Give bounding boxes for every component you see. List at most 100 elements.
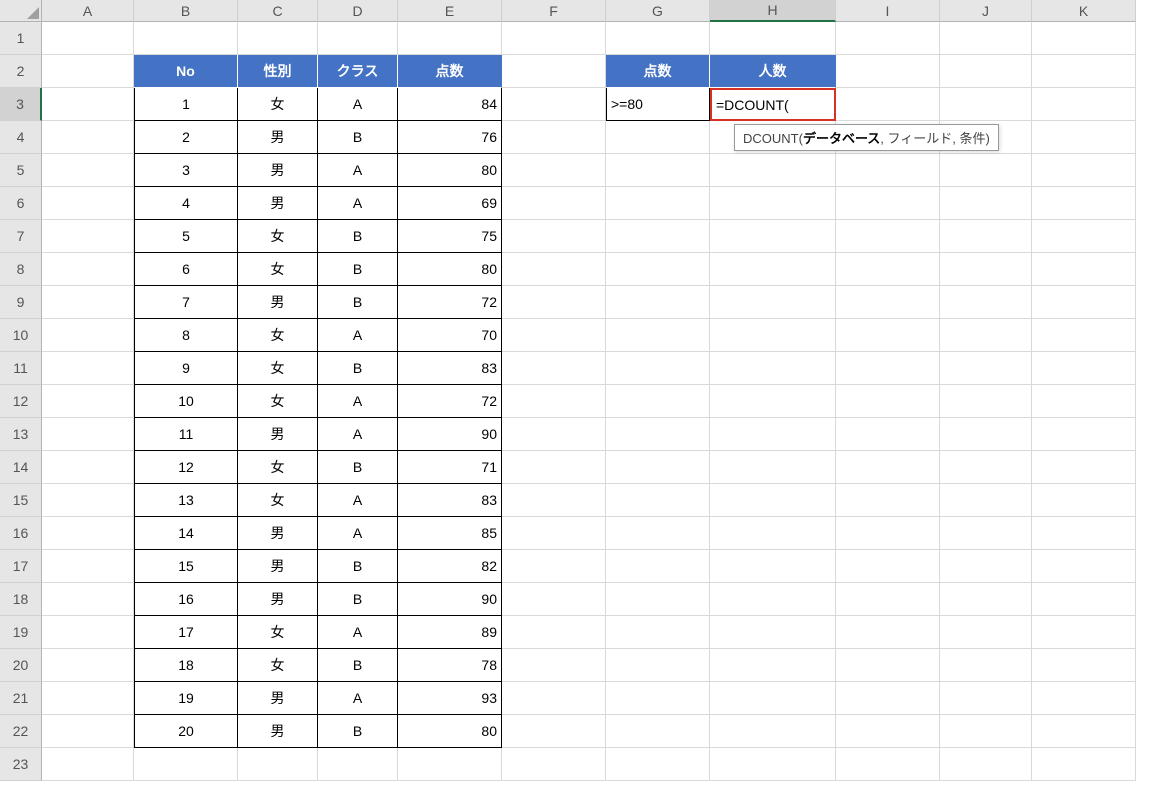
table-header-D[interactable]: クラス: [318, 55, 398, 88]
cell-A11[interactable]: [42, 352, 134, 385]
cell-I13[interactable]: [836, 418, 940, 451]
cell-K22[interactable]: [1032, 715, 1136, 748]
cell-K19[interactable]: [1032, 616, 1136, 649]
cell-H10[interactable]: [710, 319, 836, 352]
cell-sex[interactable]: 女: [238, 88, 318, 121]
table-header-B[interactable]: No: [134, 55, 238, 88]
cell-K17[interactable]: [1032, 550, 1136, 583]
row-header-12[interactable]: 12: [0, 385, 42, 418]
cell-no[interactable]: 3: [134, 154, 238, 187]
cell-no[interactable]: 16: [134, 583, 238, 616]
cell-sex[interactable]: 女: [238, 253, 318, 286]
cell-sex[interactable]: 女: [238, 385, 318, 418]
cell-score[interactable]: 75: [398, 220, 502, 253]
col-header-K[interactable]: K: [1032, 0, 1136, 22]
cell-G22[interactable]: [606, 715, 710, 748]
select-all-corner[interactable]: [0, 0, 42, 22]
cell-I17[interactable]: [836, 550, 940, 583]
cell-K14[interactable]: [1032, 451, 1136, 484]
cell-no[interactable]: 14: [134, 517, 238, 550]
cell-J14[interactable]: [940, 451, 1032, 484]
cell-F22[interactable]: [502, 715, 606, 748]
cell-sex[interactable]: 男: [238, 715, 318, 748]
cell-E1[interactable]: [398, 22, 502, 55]
cell-no[interactable]: 6: [134, 253, 238, 286]
cell-F17[interactable]: [502, 550, 606, 583]
cell-A18[interactable]: [42, 583, 134, 616]
cell-C1[interactable]: [238, 22, 318, 55]
cell-class[interactable]: B: [318, 715, 398, 748]
cell-C23[interactable]: [238, 748, 318, 781]
cell-I10[interactable]: [836, 319, 940, 352]
col-header-A[interactable]: A: [42, 0, 134, 22]
cell-H19[interactable]: [710, 616, 836, 649]
cell-K8[interactable]: [1032, 253, 1136, 286]
cell-F18[interactable]: [502, 583, 606, 616]
row-header-10[interactable]: 10: [0, 319, 42, 352]
cell-F6[interactable]: [502, 187, 606, 220]
cell-F2[interactable]: [502, 55, 606, 88]
cell-score[interactable]: 71: [398, 451, 502, 484]
cell-sex[interactable]: 男: [238, 154, 318, 187]
cell-score[interactable]: 80: [398, 253, 502, 286]
cell-sex[interactable]: 男: [238, 517, 318, 550]
row-header-2[interactable]: 2: [0, 55, 42, 88]
cell-J2[interactable]: [940, 55, 1032, 88]
cell-class[interactable]: A: [318, 517, 398, 550]
row-header-6[interactable]: 6: [0, 187, 42, 220]
cell-class[interactable]: A: [318, 616, 398, 649]
row-header-5[interactable]: 5: [0, 154, 42, 187]
cell-H5[interactable]: [710, 154, 836, 187]
formula-cell[interactable]: =DCOUNT(DCOUNT(データベース, フィールド, 条件): [710, 88, 836, 121]
cell-H23[interactable]: [710, 748, 836, 781]
col-header-J[interactable]: J: [940, 0, 1032, 22]
cell-J12[interactable]: [940, 385, 1032, 418]
cell-H22[interactable]: [710, 715, 836, 748]
cell-A9[interactable]: [42, 286, 134, 319]
cell-H21[interactable]: [710, 682, 836, 715]
cell-sex[interactable]: 女: [238, 484, 318, 517]
cell-G16[interactable]: [606, 517, 710, 550]
col-header-G[interactable]: G: [606, 0, 710, 22]
cell-I6[interactable]: [836, 187, 940, 220]
cell-J7[interactable]: [940, 220, 1032, 253]
cell-G21[interactable]: [606, 682, 710, 715]
cell-I2[interactable]: [836, 55, 940, 88]
row-header-8[interactable]: 8: [0, 253, 42, 286]
col-header-B[interactable]: B: [134, 0, 238, 22]
cell-J3[interactable]: [940, 88, 1032, 121]
cell-J19[interactable]: [940, 616, 1032, 649]
cell-A4[interactable]: [42, 121, 134, 154]
cell-I5[interactable]: [836, 154, 940, 187]
spreadsheet-grid[interactable]: ABCDEFGHIJK12No性別クラス点数点数人数31女A84>=80=DCO…: [0, 0, 1164, 781]
cell-H18[interactable]: [710, 583, 836, 616]
cell-sex[interactable]: 女: [238, 649, 318, 682]
cell-K9[interactable]: [1032, 286, 1136, 319]
cell-class[interactable]: B: [318, 583, 398, 616]
cell-H11[interactable]: [710, 352, 836, 385]
cell-G23[interactable]: [606, 748, 710, 781]
row-header-18[interactable]: 18: [0, 583, 42, 616]
cell-I20[interactable]: [836, 649, 940, 682]
cell-H13[interactable]: [710, 418, 836, 451]
cell-class[interactable]: B: [318, 253, 398, 286]
cell-G9[interactable]: [606, 286, 710, 319]
cell-K10[interactable]: [1032, 319, 1136, 352]
cell-class[interactable]: B: [318, 550, 398, 583]
cell-class[interactable]: B: [318, 220, 398, 253]
cell-K16[interactable]: [1032, 517, 1136, 550]
cell-F10[interactable]: [502, 319, 606, 352]
cell-J10[interactable]: [940, 319, 1032, 352]
cell-K7[interactable]: [1032, 220, 1136, 253]
cell-no[interactable]: 13: [134, 484, 238, 517]
cell-sex[interactable]: 女: [238, 220, 318, 253]
row-header-13[interactable]: 13: [0, 418, 42, 451]
cell-H17[interactable]: [710, 550, 836, 583]
cell-K11[interactable]: [1032, 352, 1136, 385]
cell-I8[interactable]: [836, 253, 940, 286]
cell-B1[interactable]: [134, 22, 238, 55]
cell-H8[interactable]: [710, 253, 836, 286]
cell-J20[interactable]: [940, 649, 1032, 682]
cell-sex[interactable]: 男: [238, 418, 318, 451]
cell-A6[interactable]: [42, 187, 134, 220]
